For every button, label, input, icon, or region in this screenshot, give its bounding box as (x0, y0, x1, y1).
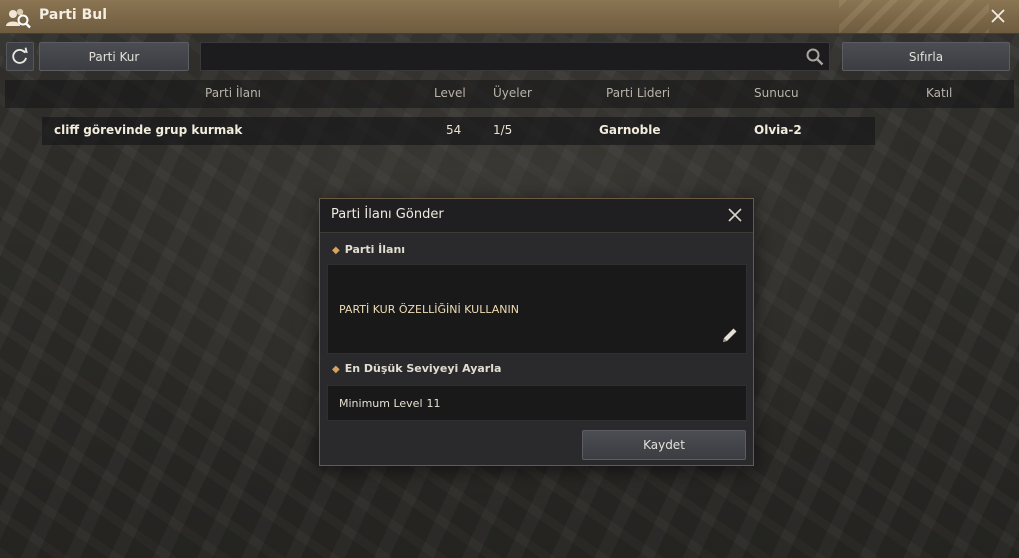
listing-textarea[interactable]: PARTİ KUR ÖZELLİĞİNİ KULLANIN (327, 264, 747, 354)
row-server: Olvia-2 (754, 123, 802, 137)
column-header-listing[interactable]: Parti İlanı (205, 86, 261, 100)
title-bar: Parti Bul (0, 0, 1019, 34)
save-button[interactable]: Kaydet (582, 430, 746, 460)
table-header: Parti İlanı Level Üyeler Parti Lideri Su… (5, 80, 1014, 108)
dialog-header: Parti İlanı Gönder (320, 199, 753, 233)
column-header-members[interactable]: Üyeler (493, 86, 532, 100)
pencil-icon[interactable] (720, 325, 740, 345)
party-search-icon (6, 8, 31, 29)
table-row[interactable]: cliff görevinde grup kurmak 54 1/5 Garno… (42, 117, 875, 145)
column-header-join: Katıl (926, 86, 953, 100)
column-header-leader[interactable]: Parti Lideri (606, 86, 670, 100)
refresh-icon (12, 47, 28, 64)
min-level-field[interactable]: Minimum Level 11 (327, 385, 747, 421)
reset-button[interactable]: Sıfırla (842, 42, 1010, 71)
row-leader: Garnoble (599, 123, 661, 137)
create-party-button[interactable]: Parti Kur (39, 42, 189, 71)
window-title: Parti Bul (39, 7, 108, 23)
listing-section-text: Parti İlanı (344, 243, 406, 256)
diamond-bullet-icon: ◆ (332, 364, 340, 375)
row-level: 54 (446, 123, 462, 137)
search-input[interactable] (207, 47, 797, 67)
title-bar-pattern (839, 0, 989, 33)
level-section-text: En Düşük Seviyeyi Ayarla (344, 362, 502, 375)
level-section-label: ◆ En Düşük Seviyeyi Ayarla (332, 362, 501, 375)
post-listing-dialog: Parti İlanı Gönder ◆ Parti İlanı PARTİ KU… (319, 198, 754, 466)
column-header-level[interactable]: Level (434, 86, 466, 100)
row-members: 1/5 (493, 123, 513, 137)
search-box (200, 42, 830, 71)
diamond-bullet-icon: ◆ (332, 245, 340, 256)
min-level-label: Minimum Level (339, 397, 423, 410)
min-level-value: 11 (426, 397, 441, 410)
refresh-button[interactable] (6, 42, 34, 71)
min-level-row: Minimum Level 11 (339, 397, 441, 410)
close-icon[interactable] (989, 7, 1007, 25)
listing-section-label: ◆ Parti İlanı (332, 243, 405, 256)
listing-text: PARTİ KUR ÖZELLİĞİNİ KULLANIN (339, 303, 519, 316)
dialog-title: Parti İlanı Gönder (331, 207, 444, 222)
close-icon[interactable] (727, 207, 743, 223)
row-listing: cliff görevinde grup kurmak (54, 123, 243, 137)
search-icon[interactable] (805, 47, 825, 67)
column-header-server[interactable]: Sunucu (754, 86, 799, 100)
